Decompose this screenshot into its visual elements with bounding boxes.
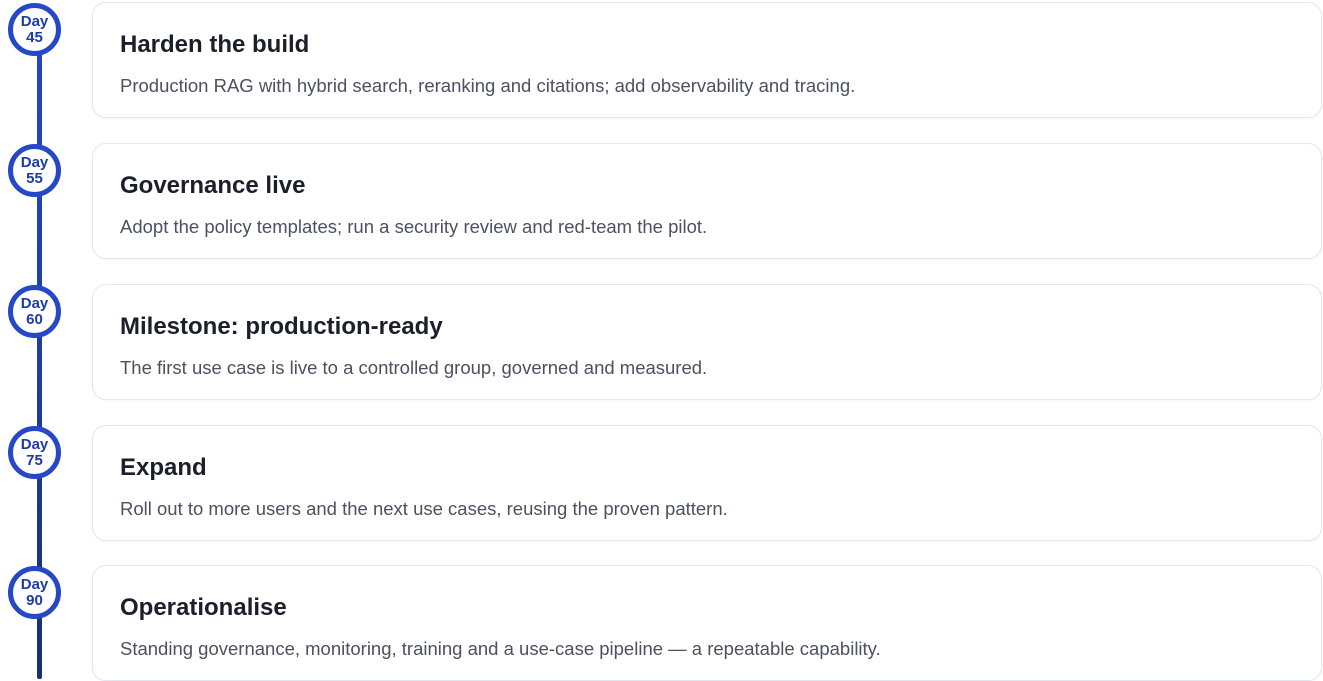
timeline: Day 45 Harden the build Production RAG w… (0, 0, 1323, 681)
day-badge-number: 90 (26, 591, 43, 609)
timeline-item-day-60: Day 60 Milestone: production-ready The f… (0, 282, 1323, 400)
day-badge-number: 55 (26, 169, 43, 187)
day-badge: Day 55 (8, 144, 61, 197)
day-badge: Day 45 (8, 3, 61, 56)
milestone-title: Operationalise (120, 594, 287, 621)
milestone-card: Harden the build Production RAG with hyb… (92, 2, 1322, 118)
milestone-title: Governance live (120, 172, 306, 199)
day-badge: Day 60 (8, 285, 61, 338)
milestone-card: Governance live Adopt the policy templat… (92, 143, 1322, 259)
timeline-item-day-90: Day 90 Operationalise Standing governanc… (0, 563, 1323, 681)
timeline-item-day-55: Day 55 Governance live Adopt the policy … (0, 141, 1323, 259)
milestone-description: Roll out to more users and the next use … (120, 498, 728, 519)
day-badge-label: Day (20, 575, 49, 593)
timeline-item-day-45: Day 45 Harden the build Production RAG w… (0, 0, 1323, 118)
milestone-description: The first use case is live to a controll… (120, 357, 708, 378)
day-badge-label: Day (20, 12, 49, 30)
day-badge-number: 45 (26, 28, 43, 46)
day-badge-label: Day (20, 435, 49, 453)
timeline-item-day-75: Day 75 Expand Roll out to more users and… (0, 423, 1323, 541)
day-badge-number: 75 (26, 451, 43, 469)
milestone-card: Expand Roll out to more users and the ne… (92, 425, 1322, 541)
milestone-description: Adopt the policy templates; run a securi… (120, 216, 708, 237)
milestone-title: Milestone: production-ready (120, 313, 443, 340)
milestone-description: Production RAG with hybrid search, reran… (120, 75, 856, 96)
milestone-description: Standing governance, monitoring, trainin… (120, 638, 881, 659)
day-badge-label: Day (20, 153, 49, 171)
day-badge: Day 90 (8, 566, 61, 619)
day-badge: Day 75 (8, 426, 61, 479)
milestone-title: Harden the build (120, 31, 310, 58)
day-badge-number: 60 (26, 310, 43, 328)
milestone-card: Milestone: production-ready The first us… (92, 284, 1322, 400)
day-badge-label: Day (20, 294, 49, 312)
milestone-card: Operationalise Standing governance, moni… (92, 565, 1322, 681)
milestone-title: Expand (120, 454, 207, 481)
